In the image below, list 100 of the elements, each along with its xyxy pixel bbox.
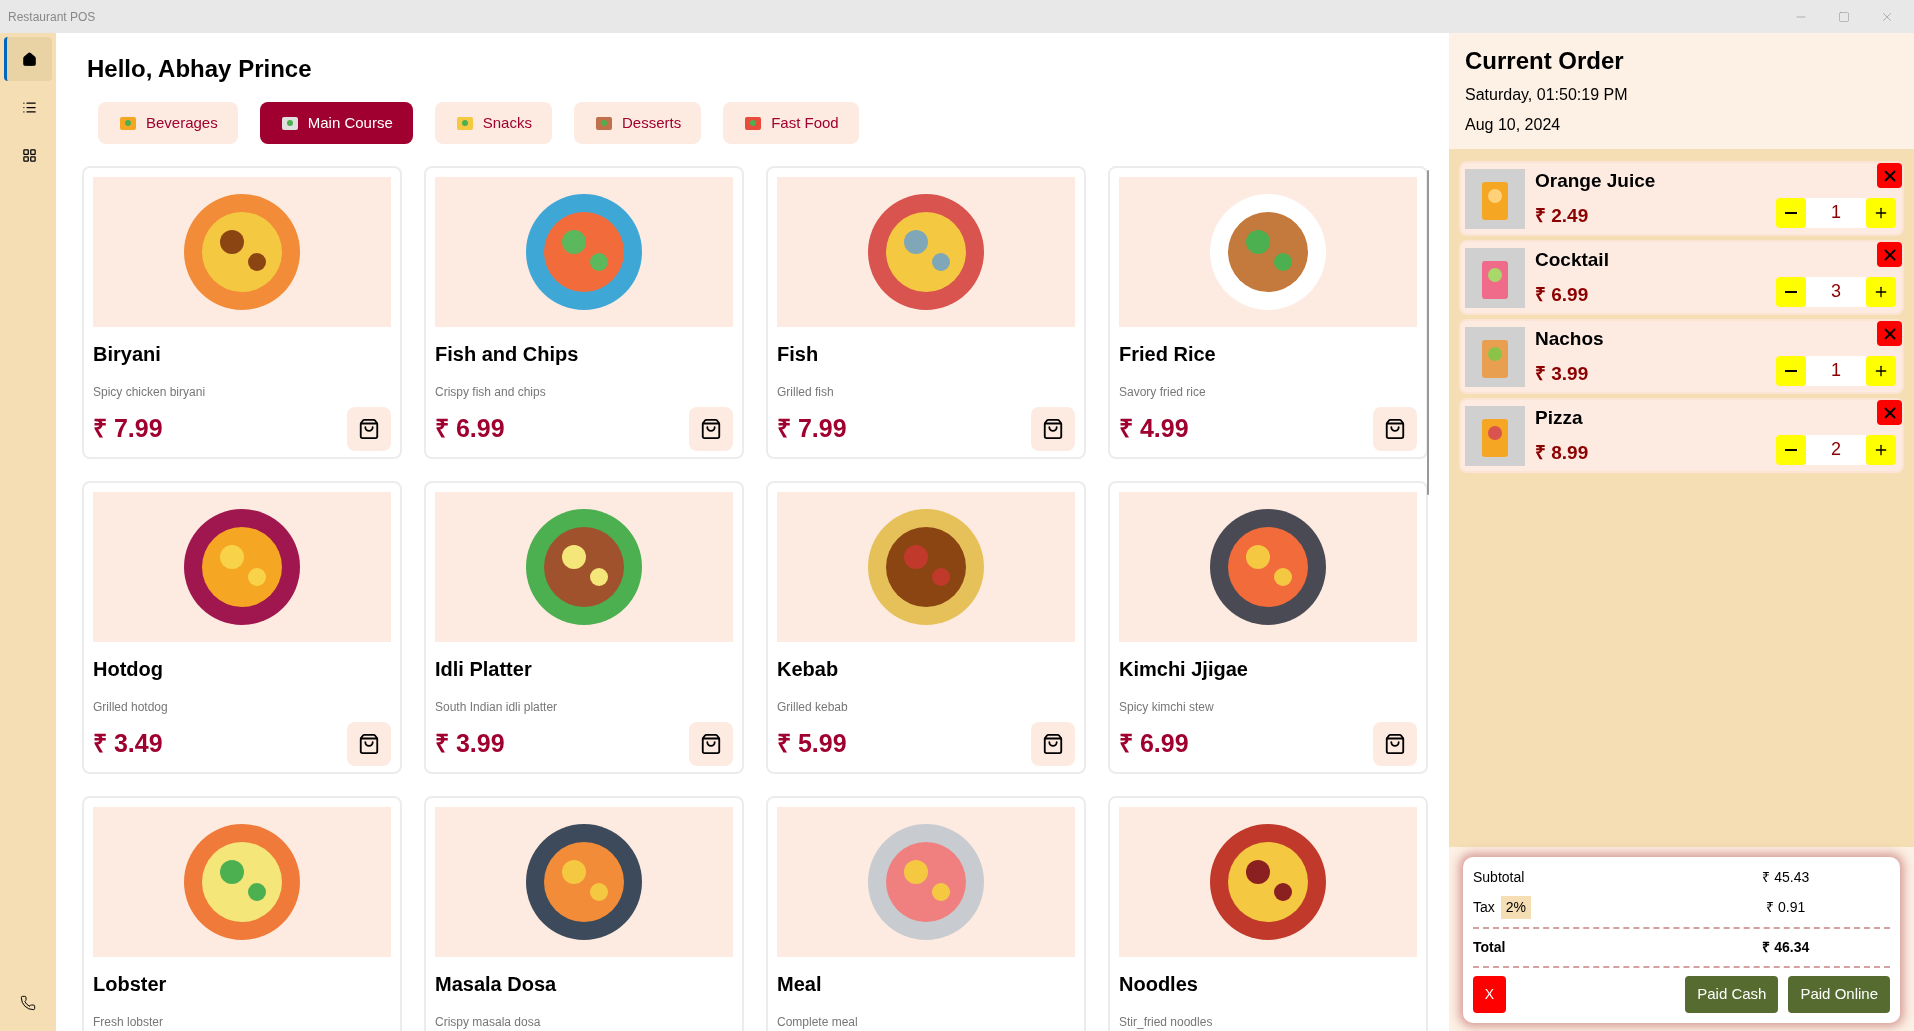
category-tab[interactable]: Desserts <box>573 102 702 144</box>
add-to-cart-button[interactable] <box>347 407 391 451</box>
minus-icon <box>1785 290 1797 293</box>
tax-label: Tax <box>1473 898 1495 917</box>
item-price: ₹ 6.99 <box>435 413 505 445</box>
increase-button[interactable] <box>1866 197 1896 228</box>
add-to-cart-button[interactable] <box>689 722 733 766</box>
minus-icon <box>1785 448 1797 451</box>
remove-button[interactable] <box>1877 321 1902 346</box>
item-name: Lobster <box>93 972 168 997</box>
shopping-bag-icon <box>1042 418 1064 440</box>
item-description: Complete meal <box>777 1014 859 1031</box>
shopping-bag-icon <box>358 733 380 755</box>
grid-icon <box>22 147 37 163</box>
minus-icon <box>1785 369 1797 372</box>
menu-card[interactable]: Lobster Fresh lobster <box>82 796 402 1031</box>
order-item-name: Nachos <box>1535 327 1604 351</box>
menu-card[interactable]: Fish Grilled fish ₹ 7.99 <box>766 166 1086 459</box>
item-name: Fish <box>777 342 820 367</box>
order-date: Aug 10, 2024 <box>1465 115 1562 135</box>
menu-card[interactable]: Fish and Chips Crispy fish and chips ₹ 6.99 <box>424 166 744 459</box>
add-to-cart-button[interactable] <box>1373 722 1417 766</box>
item-price: ₹ 6.99 <box>1119 728 1189 760</box>
order-title: Current Order <box>1465 46 1625 76</box>
menu-card[interactable]: Idli Platter South Indian idli platter ₹ 3.99 <box>424 481 744 774</box>
item-description: Grilled kebab <box>777 699 849 716</box>
item-name: Meal <box>777 972 823 997</box>
shopping-bag-icon <box>1042 733 1064 755</box>
order-item-price: ₹ 3.99 <box>1535 361 1590 386</box>
shopping-bag-icon <box>700 733 722 755</box>
remove-button[interactable] <box>1877 242 1902 267</box>
category-tab[interactable]: Beverages <box>98 102 238 144</box>
quantity-field[interactable]: 3 <box>1806 276 1866 307</box>
item-name: Noodles <box>1119 972 1199 997</box>
increase-button[interactable] <box>1866 355 1896 386</box>
quantity-field[interactable]: 1 <box>1806 197 1866 228</box>
home-icon <box>22 51 37 67</box>
add-to-cart-button[interactable] <box>1373 407 1417 451</box>
menu-card[interactable]: Hotdog Grilled hotdog ₹ 3.49 <box>82 481 402 774</box>
quantity-field[interactable]: 1 <box>1806 355 1866 386</box>
shopping-bag-icon <box>1384 418 1406 440</box>
menu-card[interactable]: Biryani Spicy chicken biryani ₹ 7.99 <box>82 166 402 459</box>
item-price: ₹ 3.99 <box>435 728 505 760</box>
order-item-price: ₹ 8.99 <box>1535 440 1589 465</box>
menu-card[interactable]: Meal Complete meal <box>766 796 1086 1031</box>
total-label: Total <box>1473 938 1507 957</box>
increase-button[interactable] <box>1866 276 1896 307</box>
menu-card[interactable]: Noodles Stir_fried noodles <box>1108 796 1428 1031</box>
add-to-cart-button[interactable] <box>689 407 733 451</box>
order-day-time: Saturday, 01:50:19 PM <box>1465 85 1629 105</box>
menu-card[interactable]: Masala Dosa Crispy masala dosa <box>424 796 744 1031</box>
phone-icon[interactable] <box>20 995 36 1011</box>
category-tab[interactable]: Fast Food <box>723 102 859 144</box>
add-to-cart-button[interactable] <box>1031 722 1075 766</box>
list-icon <box>22 99 37 115</box>
increase-button[interactable] <box>1866 434 1896 465</box>
add-to-cart-button[interactable] <box>1031 407 1075 451</box>
item-description: Crispy fish and chips <box>435 384 547 401</box>
quantity-field[interactable]: 2 <box>1806 434 1866 465</box>
remove-button[interactable] <box>1877 400 1902 425</box>
item-name: Idli Platter <box>435 657 533 682</box>
decrease-button[interactable] <box>1776 276 1806 307</box>
decrease-button[interactable] <box>1776 355 1806 386</box>
item-name: Masala Dosa <box>435 972 558 997</box>
minus-icon <box>1785 211 1797 214</box>
item-name: Kimchi Jjigae <box>1119 657 1249 682</box>
total-value: ₹ 46.34 <box>1761 938 1811 957</box>
paid-cash-button[interactable]: Paid Cash <box>1685 976 1779 1013</box>
category-tab[interactable]: Main Course <box>259 102 413 144</box>
greeting: Hello, Abhay Prince <box>87 54 313 84</box>
item-price: ₹ 4.99 <box>1119 413 1189 445</box>
paid-online-button[interactable]: Paid Online <box>1788 976 1890 1013</box>
add-to-cart-button[interactable] <box>347 722 391 766</box>
shopping-bag-icon <box>358 418 380 440</box>
menu-card[interactable]: Kebab Grilled kebab ₹ 5.99 <box>766 481 1086 774</box>
item-description: Savory fried rice <box>1119 384 1207 401</box>
order-item-name: Cocktail <box>1535 248 1609 272</box>
item-description: Grilled fish <box>777 384 835 401</box>
item-name: Biryani <box>93 342 162 367</box>
window-title: Restaurant POS <box>7 8 96 26</box>
item-price: ₹ 3.49 <box>93 728 163 760</box>
category-tab[interactable]: Snacks <box>434 102 552 144</box>
item-name: Fried Rice <box>1119 342 1217 367</box>
remove-button[interactable] <box>1877 163 1902 188</box>
item-price: ₹ 7.99 <box>93 413 163 445</box>
menu-card[interactable]: Fried Rice Savory fried rice ₹ 4.99 <box>1108 166 1428 459</box>
subtotal-value: ₹ 45.43 <box>1761 868 1811 887</box>
subtotal-label: Subtotal <box>1473 868 1526 887</box>
decrease-button[interactable] <box>1776 434 1806 465</box>
order-item-name: Pizza <box>1535 406 1584 430</box>
item-price: ₹ 5.99 <box>777 728 847 760</box>
decrease-button[interactable] <box>1776 197 1806 228</box>
menu-card[interactable]: Kimchi Jjigae Spicy kimchi stew ₹ 6.99 <box>1108 481 1428 774</box>
tax-value: ₹ 0.91 <box>1765 898 1807 917</box>
order-item-price: ₹ 2.49 <box>1535 203 1590 228</box>
item-description: Crispy masala dosa <box>435 1014 542 1031</box>
cancel-order-button[interactable]: X <box>1473 976 1506 1013</box>
sidebar-item[interactable] <box>4 37 52 81</box>
item-name: Hotdog <box>93 657 164 682</box>
item-description: Spicy chicken biryani <box>93 384 207 401</box>
